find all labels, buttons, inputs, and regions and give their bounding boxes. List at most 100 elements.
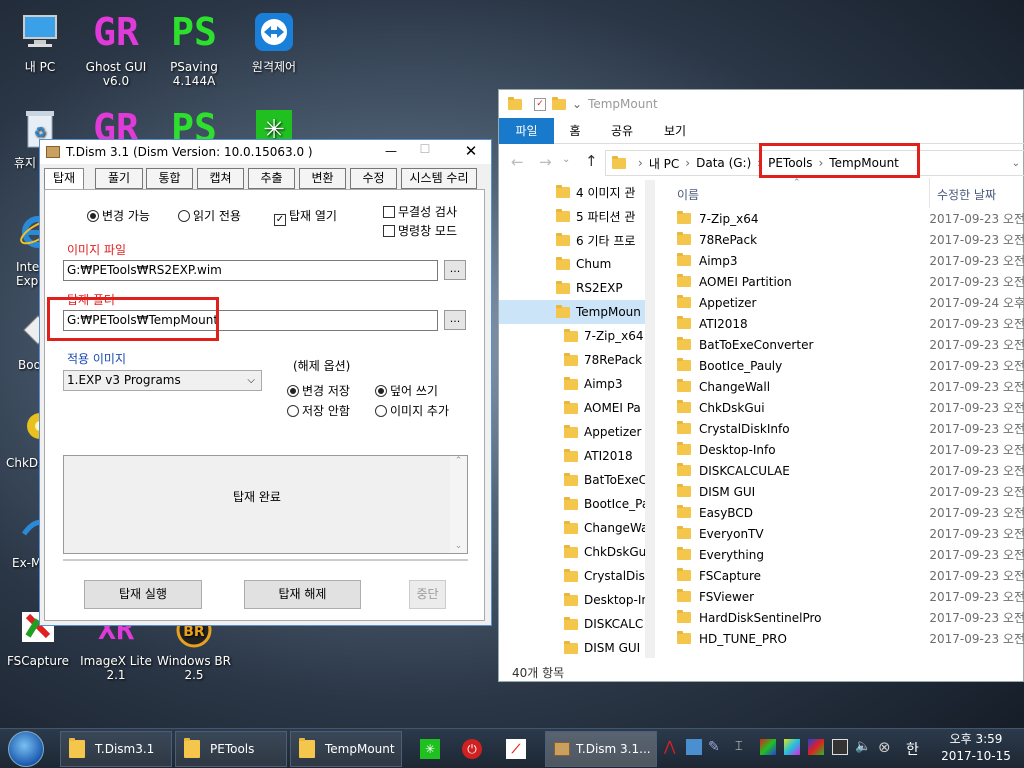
tab-extract[interactable]: 풀기 xyxy=(95,168,143,189)
file-row[interactable]: 7-Zip_x64 2017-09-23 오전 xyxy=(671,208,1024,229)
up-icon[interactable]: ↑ xyxy=(585,152,598,170)
nav-tree-item[interactable]: AOMEI Pa xyxy=(499,396,655,420)
back-icon[interactable]: ← xyxy=(511,153,524,171)
ribbon-tab-file[interactable]: 파일 xyxy=(499,118,554,144)
volume-muted-icon[interactable]: 🔈 xyxy=(855,739,871,755)
nav-tree-item[interactable]: Chum xyxy=(499,252,655,276)
nav-tree-item[interactable]: 5 파티션 관 xyxy=(499,204,655,228)
nav-tree-item[interactable]: RS2EXP xyxy=(499,276,655,300)
file-row[interactable]: ChangeWall 2017-09-23 오전 xyxy=(671,376,1024,397)
file-row[interactable]: BootIce_Pauly 2017-09-23 오전 xyxy=(671,355,1024,376)
nav-tree-item[interactable]: ChangeWa xyxy=(499,516,655,540)
nav-tree-item[interactable]: BatToExeC xyxy=(499,468,655,492)
tab-convert[interactable]: 변환 xyxy=(299,168,346,189)
desktop-icon-psaving[interactable]: PS PSaving 4.144A xyxy=(156,8,232,88)
nav-tree-item[interactable]: TempMoun xyxy=(499,300,655,324)
start-button[interactable] xyxy=(8,731,44,767)
clock[interactable]: 오후 3:59 2017-10-15 xyxy=(936,731,1016,765)
breadcrumb-my-pc[interactable]: 내 PC xyxy=(649,155,679,172)
file-row[interactable]: DISKCALCULAE 2017-09-23 오전 xyxy=(671,460,1024,481)
qat-properties-icon[interactable]: ✓ xyxy=(534,97,546,111)
close-icon[interactable]: ✕ xyxy=(456,142,486,160)
scrollbar[interactable]: ⌃ ⌄ xyxy=(450,456,467,553)
option-integrity[interactable]: 무결성 검사 xyxy=(383,203,457,220)
tdism-titlebar[interactable]: T.Dism 3.1 (Dism Version: 10.0.15063.0 )… xyxy=(40,140,491,164)
usb-tray-icon[interactable]: ⌶ xyxy=(735,739,751,755)
file-row[interactable]: FSViewer 2017-09-23 오전 xyxy=(671,586,1024,607)
apply-image-select[interactable]: 1.EXP v3 Programs ⌵ xyxy=(63,370,262,391)
display-tray-icon-1[interactable] xyxy=(760,739,776,755)
column-header-name[interactable]: 이름 xyxy=(677,186,927,203)
option-discard[interactable]: 저장 안함 xyxy=(287,402,350,419)
nav-scrollbar[interactable] xyxy=(645,180,655,658)
file-row[interactable]: Everything 2017-09-23 오전 xyxy=(671,544,1024,565)
scroll-down-icon[interactable]: ⌄ xyxy=(450,541,467,551)
file-row[interactable]: ATI2018 2017-09-23 오전 xyxy=(671,313,1024,334)
ribbon-tab-share[interactable]: 공유 xyxy=(604,118,640,144)
taskbar-item-tempmount[interactable]: TempMount xyxy=(290,731,402,767)
nav-tree-item[interactable]: ATI2018 xyxy=(499,444,655,468)
taskbar-pin-fscapture[interactable]: ⟋ xyxy=(498,735,534,763)
nav-tree-item[interactable]: ChkDskGu xyxy=(499,540,655,564)
file-row[interactable]: DISM GUI 2017-09-23 오전 xyxy=(671,481,1024,502)
file-row[interactable]: HD_TUNE_PRO 2017-09-23 오전 xyxy=(671,628,1024,649)
tab-capture[interactable]: 캡쳐 xyxy=(197,168,244,189)
ribbon-tab-home[interactable]: 홈 xyxy=(561,118,589,144)
file-row[interactable]: BatToExeConverter 2017-09-23 오전 xyxy=(671,334,1024,355)
taskbar-pin-power[interactable]: ⏻ xyxy=(454,735,490,763)
maximize-icon[interactable]: ☐ xyxy=(410,142,440,156)
mount-run-button[interactable]: 탑재 실행 xyxy=(84,580,202,609)
tab-mount[interactable]: 탑재 xyxy=(44,168,84,190)
file-row[interactable]: Aimp3 2017-09-23 오전 xyxy=(671,250,1024,271)
chevron-down-icon[interactable]: ⌄ xyxy=(1012,158,1020,169)
taskbar-pin-green[interactable]: ✳ xyxy=(412,735,448,763)
nav-tree-item[interactable]: 78RePack xyxy=(499,348,655,372)
option-cmd-mode[interactable]: 명령창 모드 xyxy=(383,222,457,239)
option-overwrite[interactable]: 덮어 쓰기 xyxy=(375,382,438,399)
file-row[interactable]: 78RePack 2017-09-23 오전 xyxy=(671,229,1024,250)
file-row[interactable]: AOMEI Partition 2017-09-23 오전 xyxy=(671,271,1024,292)
file-row[interactable]: Desktop-Info 2017-09-23 오전 xyxy=(671,439,1024,460)
nav-tree-item[interactable]: Appetizer xyxy=(499,420,655,444)
tab-system-repair[interactable]: 시스템 수리 xyxy=(401,168,477,189)
nav-tree-item[interactable]: DISKCALC xyxy=(499,612,655,636)
nav-tree-item[interactable]: 4 이미지 관 xyxy=(499,180,655,204)
option-mount-open[interactable]: ✓ 탑재 열기 xyxy=(274,207,337,226)
recent-dropdown-icon[interactable]: ⌄ xyxy=(562,154,570,165)
tab-merge[interactable]: 통합 xyxy=(146,168,193,189)
wrench-tray-icon[interactable]: ✎ xyxy=(708,739,724,755)
stop-button[interactable]: 중단 xyxy=(409,580,446,609)
qat-dropdown-icon[interactable]: ⌄ xyxy=(572,97,582,111)
unmount-button[interactable]: 탑재 해제 xyxy=(244,580,361,609)
forward-icon[interactable]: → xyxy=(539,153,552,171)
nav-tree-item[interactable]: CrystalDis xyxy=(499,564,655,588)
file-row[interactable]: CrystalDiskInfo 2017-09-23 오전 xyxy=(671,418,1024,439)
file-row[interactable]: Appetizer 2017-09-24 오후 xyxy=(671,292,1024,313)
nav-tree-item[interactable]: DISM GUI xyxy=(499,636,655,658)
option-readonly[interactable]: 읽기 전용 xyxy=(178,207,241,224)
app-tray-icon[interactable] xyxy=(686,739,702,755)
file-row[interactable]: FSCapture 2017-09-23 오전 xyxy=(671,565,1024,586)
tab-export[interactable]: 추출 xyxy=(248,168,295,189)
breadcrumb-data-g[interactable]: Data (G:) xyxy=(696,156,751,170)
nav-tree-item[interactable]: 7-Zip_x64 xyxy=(499,324,655,348)
column-header-modified[interactable]: 수정한 날짜 xyxy=(937,186,996,203)
display-tray-icon-3[interactable] xyxy=(808,739,824,755)
image-file-input[interactable]: G:₩PETools₩RS2EXP.wim xyxy=(63,260,438,281)
mount-folder-browse-button[interactable]: ... xyxy=(444,310,466,330)
nav-tree-item[interactable]: BootIce_Pa xyxy=(499,492,655,516)
file-row[interactable]: HardDiskSentinelPro 2017-09-23 오전 xyxy=(671,607,1024,628)
file-row[interactable]: EveryonTV 2017-09-23 오전 xyxy=(671,523,1024,544)
taskbar-item-tdism[interactable]: T.Dism3.1 xyxy=(60,731,172,767)
option-changeable[interactable]: 변경 가능 xyxy=(87,207,150,224)
image-file-browse-button[interactable]: ... xyxy=(444,260,466,280)
file-row[interactable]: EasyBCD 2017-09-23 오전 xyxy=(671,502,1024,523)
battery-tray-icon[interactable] xyxy=(832,739,848,755)
new-folder-icon[interactable] xyxy=(552,96,566,110)
display-tray-icon-2[interactable] xyxy=(784,739,800,755)
close-circle-icon[interactable]: ⊗ xyxy=(878,739,894,755)
ribbon-tab-view[interactable]: 보기 xyxy=(657,118,693,144)
file-row[interactable]: ChkDskGui 2017-09-23 오전 xyxy=(671,397,1024,418)
ime-indicator[interactable]: 한 xyxy=(906,739,919,759)
taskbar-item-petools[interactable]: PETools xyxy=(175,731,287,767)
